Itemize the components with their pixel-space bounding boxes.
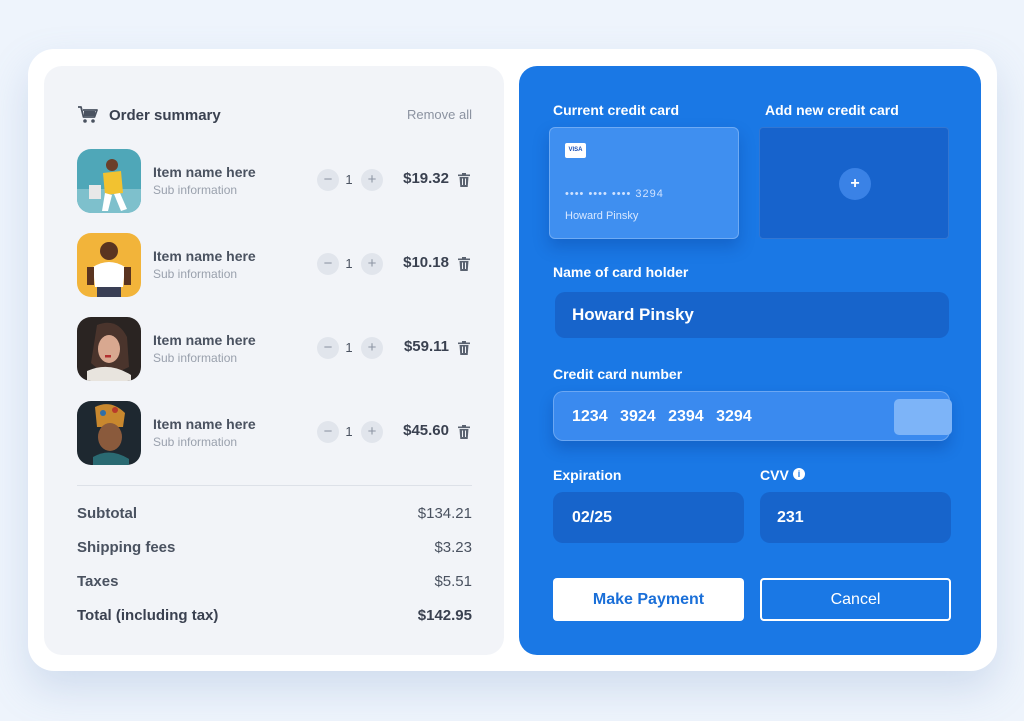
total-label: Total (including tax) — [77, 607, 219, 624]
plus-icon: + — [839, 168, 871, 200]
item-image — [77, 233, 141, 297]
card-masked-number: •••• •••• •••• 3294 — [565, 188, 664, 200]
minus-icon[interactable]: − — [317, 253, 339, 275]
cancel-button[interactable]: Cancel — [760, 578, 951, 621]
taxes-row: Taxes $5.51 — [77, 573, 472, 593]
quantity-value: 1 — [345, 424, 353, 439]
trash-icon[interactable] — [458, 341, 470, 355]
item-price: $10.18 — [403, 254, 449, 271]
card-holder-name: Howard Pinsky — [565, 210, 639, 222]
cvv-field[interactable]: 231 — [760, 492, 951, 543]
minus-icon[interactable]: − — [317, 169, 339, 191]
item-name: Item name here — [153, 332, 256, 348]
item-price: $45.60 — [403, 422, 449, 439]
item-image — [77, 149, 141, 213]
card-chip — [894, 399, 952, 435]
item-sub-info: Sub information — [153, 267, 238, 281]
list-item: Item name here Sub information − 1 + $10… — [77, 233, 472, 297]
remove-all-link[interactable]: Remove all — [407, 107, 472, 122]
order-summary-header: Order summary Remove all — [77, 104, 472, 126]
item-price: $59.11 — [403, 338, 449, 355]
item-name: Item name here — [153, 416, 256, 432]
shipping-value: $3.23 — [434, 539, 472, 556]
item-sub-info: Sub information — [153, 183, 238, 197]
expiration-field[interactable]: 02/25 — [553, 492, 744, 543]
cvv-label: CVV — [760, 467, 789, 483]
visa-logo: VISA — [565, 143, 586, 158]
minus-icon[interactable]: − — [317, 337, 339, 359]
current-card-label: Current credit card — [553, 102, 680, 118]
subtotal-label: Subtotal — [77, 505, 137, 522]
add-card-label: Add new credit card — [765, 102, 899, 118]
plus-icon[interactable]: + — [361, 421, 383, 443]
item-image — [77, 317, 141, 381]
minus-icon[interactable]: − — [317, 421, 339, 443]
subtotal-value: $134.21 — [417, 505, 472, 522]
payment-panel: Current credit card Add new credit card … — [519, 66, 981, 655]
list-item: Item name here Sub information − 1 + $19… — [77, 149, 472, 213]
current-credit-card[interactable]: VISA •••• •••• •••• 3294 Howard Pinsky — [549, 127, 739, 239]
trash-icon[interactable] — [458, 425, 470, 439]
item-image — [77, 401, 141, 465]
expiration-label: Expiration — [553, 467, 622, 483]
trash-icon[interactable] — [458, 257, 470, 271]
quantity-value: 1 — [345, 256, 353, 271]
taxes-label: Taxes — [77, 573, 119, 590]
make-payment-button[interactable]: Make Payment — [553, 578, 744, 621]
order-summary-title: Order summary — [109, 107, 221, 124]
item-sub-info: Sub information — [153, 435, 238, 449]
shipping-row: Shipping fees $3.23 — [77, 539, 472, 559]
shipping-label: Shipping fees — [77, 539, 176, 556]
card-holder-field[interactable]: Howard Pinsky — [555, 292, 949, 338]
item-price: $19.32 — [403, 170, 449, 187]
trash-icon[interactable] — [458, 173, 470, 187]
quantity-value: 1 — [345, 172, 353, 187]
taxes-value: $5.51 — [434, 573, 472, 590]
list-item: Item name here Sub information − 1 + $45… — [77, 401, 472, 465]
list-item: Item name here Sub information − 1 + $59… — [77, 317, 472, 381]
card-number-field[interactable]: 1234 3924 2394 3294 — [553, 391, 952, 441]
divider — [77, 485, 472, 486]
item-sub-info: Sub information — [153, 351, 238, 365]
cart-icon — [78, 106, 98, 123]
card-number-value: 1234 3924 2394 3294 — [572, 408, 752, 425]
plus-icon[interactable]: + — [361, 169, 383, 191]
item-name: Item name here — [153, 248, 256, 264]
item-name: Item name here — [153, 164, 256, 180]
quantity-value: 1 — [345, 340, 353, 355]
plus-icon[interactable]: + — [361, 253, 383, 275]
total-row: Total (including tax) $142.95 — [77, 607, 472, 627]
order-summary-panel: Order summary Remove all Item name here … — [44, 66, 504, 655]
subtotal-row: Subtotal $134.21 — [77, 505, 472, 525]
total-value: $142.95 — [417, 607, 472, 624]
add-card-button[interactable]: + — [759, 127, 949, 239]
holder-label: Name of card holder — [553, 264, 689, 280]
plus-icon[interactable]: + — [361, 337, 383, 359]
number-label: Credit card number — [553, 366, 683, 382]
info-icon[interactable]: i — [793, 468, 805, 480]
